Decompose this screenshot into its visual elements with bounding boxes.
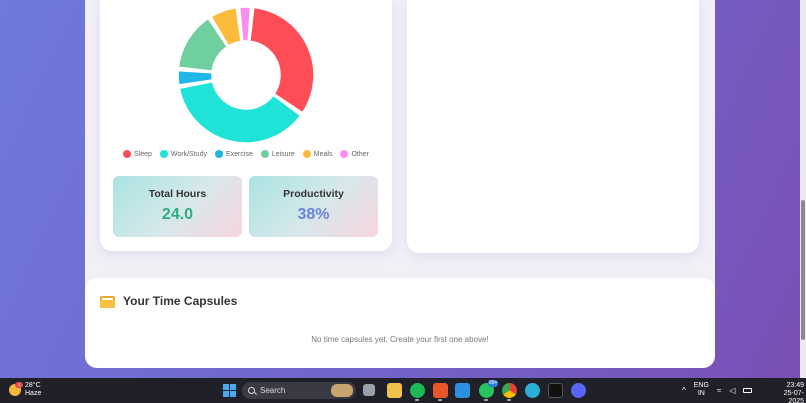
clock-time: 23:49 xyxy=(786,382,804,389)
weather-sun-icon: 1 xyxy=(9,382,23,396)
legend-swatch xyxy=(302,150,311,158)
donut-slice-other[interactable] xyxy=(238,6,252,42)
terminal-icon[interactable] xyxy=(548,383,563,398)
legend-label: Leisure xyxy=(271,150,295,158)
windows-taskbar: 1 28°C Haze Search 99+ ^ ENG IN ≈ ◁ 23:4… xyxy=(0,378,806,403)
language-secondary: IN xyxy=(697,390,705,397)
secondary-chart-card xyxy=(407,0,699,253)
brave-browser-icon[interactable] xyxy=(433,383,448,398)
folder-icon xyxy=(100,295,115,308)
show-hidden-icons-chevron-icon[interactable]: ^ xyxy=(682,386,686,395)
legend-item[interactable]: Work/Study xyxy=(159,150,207,158)
legend-label: Sleep xyxy=(134,150,152,158)
chrome-running-indicator xyxy=(507,399,511,401)
legend-label: Exercise xyxy=(225,150,253,158)
total-hours-value: 24.0 xyxy=(161,206,194,223)
weather-badge: 1 xyxy=(15,382,23,388)
weather-temperature: 28°C xyxy=(25,382,41,389)
legend-item[interactable]: Exercise xyxy=(214,150,253,158)
language-indicator[interactable]: ENG IN xyxy=(694,382,709,398)
time-capsules-heading: Your Time Capsules xyxy=(100,294,237,308)
legend-label: Work/Study xyxy=(170,150,207,158)
battery-icon[interactable] xyxy=(743,387,753,393)
search-highlight-image xyxy=(331,384,353,397)
vscode-icon[interactable] xyxy=(455,383,470,398)
donut-chart xyxy=(177,6,315,144)
weather-description: Haze xyxy=(25,390,42,397)
notification-badge: 99+ xyxy=(488,380,499,387)
donut-slice-sleep[interactable] xyxy=(249,6,315,114)
weather-widget[interactable]: 1 28°C Haze xyxy=(9,382,41,398)
legend-item[interactable]: Meals xyxy=(302,150,333,158)
spotify-running-indicator xyxy=(415,399,419,401)
task-view-icon[interactable] xyxy=(363,384,375,396)
total-hours-label: Total Hours xyxy=(148,188,207,200)
spotify-icon[interactable] xyxy=(410,383,425,398)
system-tray: ^ ENG IN ≈ ◁ xyxy=(682,382,753,398)
productivity-card: Productivity 38% xyxy=(249,176,378,237)
wifi-icon[interactable]: ≈ xyxy=(717,386,721,395)
legend-label: Other xyxy=(351,150,369,158)
legend-label: Meals xyxy=(313,150,333,158)
edge-icon[interactable] xyxy=(525,383,540,398)
language-primary: ENG xyxy=(693,382,709,389)
legend-item[interactable]: Leisure xyxy=(260,150,295,158)
file-explorer-icon[interactable] xyxy=(387,383,402,398)
time-capsules-title: Your Time Capsules xyxy=(123,294,238,308)
whatsapp-running-indicator xyxy=(484,399,488,401)
whatsapp-icon[interactable]: 99+ xyxy=(479,380,499,398)
legend-swatch xyxy=(123,150,131,158)
scrollbar-thumb[interactable] xyxy=(801,200,805,340)
productivity-value: 38% xyxy=(297,206,330,223)
brave-running-indicator xyxy=(438,399,442,401)
legend-swatch xyxy=(260,150,269,158)
legend-item[interactable]: Sleep xyxy=(123,150,152,158)
time-breakdown-card: Sleep Work/Study Exercise Leisure Meals Other… xyxy=(100,0,392,251)
legend-item[interactable]: Other xyxy=(340,150,369,158)
search-icon xyxy=(248,387,255,394)
productivity-label: Productivity xyxy=(283,188,344,200)
total-hours-card: Total Hours 24.0 xyxy=(113,176,242,237)
search-label: Search xyxy=(260,386,286,395)
discord-icon[interactable] xyxy=(571,383,586,398)
page-scrollbar[interactable] xyxy=(800,0,806,378)
time-capsules-section: Your Time Capsules No time capsules yet.… xyxy=(85,278,715,368)
chart-legend: Sleep Work/Study Exercise Leisure Meals Other xyxy=(100,150,392,158)
empty-capsules-message: No time capsules yet. Create your first … xyxy=(311,335,489,344)
legend-swatch xyxy=(340,150,349,158)
taskbar-search[interactable]: Search xyxy=(242,382,356,399)
windows-start-icon[interactable] xyxy=(222,383,237,398)
legend-swatch xyxy=(214,150,223,158)
clock-date: 25-07-2025 xyxy=(783,390,804,403)
legend-swatch xyxy=(159,150,168,158)
volume-icon[interactable]: ◁ xyxy=(729,386,735,395)
chrome-icon[interactable] xyxy=(502,383,517,398)
taskbar-clock[interactable]: 23:49 25-07-2025 xyxy=(776,382,804,403)
main-panel: Sleep Work/Study Exercise Leisure Meals Other… xyxy=(85,0,715,368)
